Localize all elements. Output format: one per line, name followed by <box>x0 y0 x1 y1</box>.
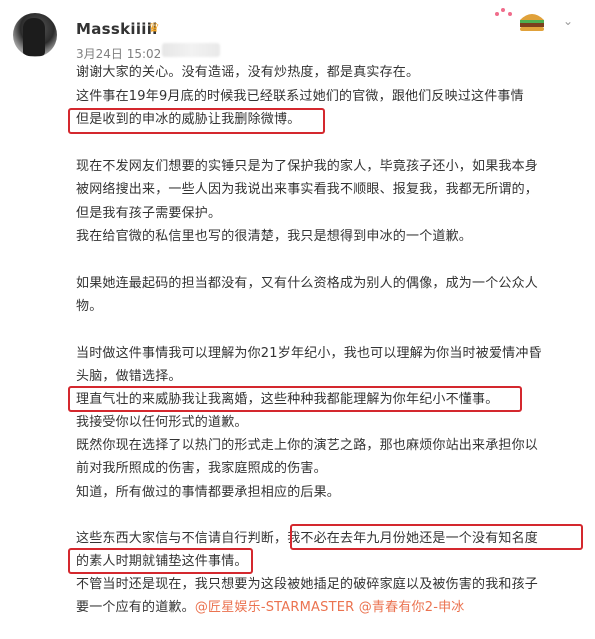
post-line-10: 如果她连最起码的担当都没有，又有什么资格成为别人的偶像，成为一个公众人 <box>76 276 539 291</box>
post-line-6: 被网络搜出来，一些人因为我说出来事实看我不顺眼、报复我，我都无所谓的， <box>76 182 539 197</box>
blurred-source <box>162 43 220 57</box>
post-line-24: 要一个应有的道歉。@匠星娱乐-STARMASTER @青春有你2-申冰 <box>76 599 464 617</box>
mention-link-starmaster[interactable]: @匠星娱乐-STARMASTER <box>195 600 355 615</box>
post-line-14: 头脑，做错选择。 <box>76 369 182 384</box>
post-line-23: 不管当时还是现在，我只想要为这段被她插足的破碎家庭以及被伤害的我和孩子 <box>76 577 539 592</box>
decoration-burger-icon <box>495 8 544 31</box>
post-line-16: 我接受你以任何形式的道歉。 <box>76 415 248 430</box>
avatar-figure <box>23 18 45 56</box>
post-line-2: 这件事在19年9月底的时候我已经联系过她们的官微，跟他们反映过这件事情 <box>76 89 524 104</box>
highlight-box-2 <box>68 386 522 412</box>
highlight-box-3a <box>290 524 583 550</box>
post-line-17: 既然你现在选择了以热门的形式走上你的演艺之路，那也麻烦你站出来承担你以 <box>76 438 539 453</box>
vip-badge-icon: ♛ <box>148 21 160 36</box>
post-line-1: 谢谢大家的关心。没有造谣，没有炒热度，都是真实存在。 <box>76 65 420 80</box>
post-line-8: 我在给官微的私信里也写的很清楚，我只是想得到申冰的一个道歉。 <box>76 229 473 244</box>
chevron-down-icon[interactable]: ⌄ <box>563 14 577 28</box>
post-timestamp[interactable]: 3月24日 15:02 <box>76 45 161 62</box>
post-line-5: 现在不发网友们想要的实锤只是为了保护我的家人，毕竟孩子还小，如果我本身 <box>76 159 539 174</box>
mention-link-shenbing[interactable]: @青春有你2-申冰 <box>359 600 465 615</box>
post-line-7: 但是我有孩子需要保护。 <box>76 206 222 221</box>
avatar[interactable] <box>13 13 57 57</box>
post-line-11: 物。 <box>76 299 103 314</box>
highlight-box-3b <box>68 548 253 574</box>
post-line-13: 当时做这件事情我可以理解为你21岁年纪小，我也可以理解为你当时被爱情冲昏 <box>76 346 542 361</box>
post-line-18: 前对我所照成的伤害，我家庭照成的伤害。 <box>76 461 327 476</box>
highlight-box-1 <box>68 108 325 134</box>
post-line-19: 知道，所有做过的事情都要承担相应的后果。 <box>76 485 341 500</box>
post-line-24-text: 要一个应有的道歉。 <box>76 600 195 615</box>
